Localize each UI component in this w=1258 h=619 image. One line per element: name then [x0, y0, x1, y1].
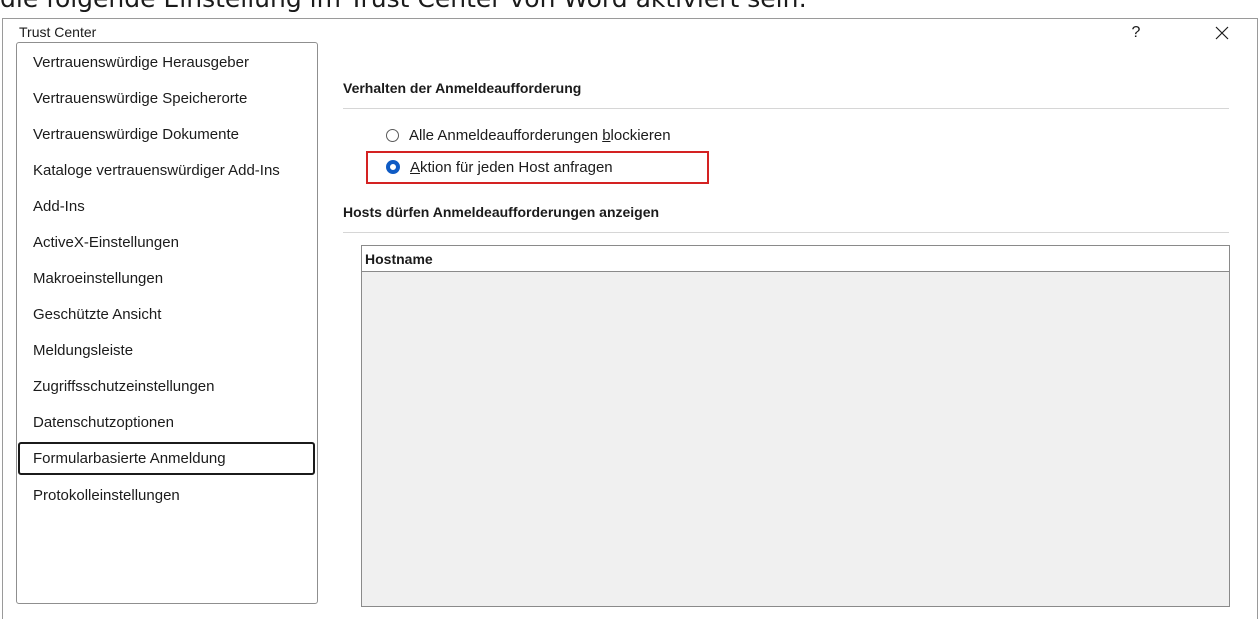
- sidebar-item-logging[interactable]: Protokolleinstellungen: [19, 479, 313, 512]
- sidebar-item-protected-view[interactable]: Geschützte Ansicht: [19, 298, 313, 331]
- help-button[interactable]: ?: [1113, 19, 1159, 47]
- sidebar-item-addins[interactable]: Add-Ins: [19, 190, 313, 223]
- sidebar-item-trusted-addin-catalogs[interactable]: Kataloge vertrauenswürdiger Add-Ins: [19, 154, 313, 187]
- sidebar-item-file-block[interactable]: Zugriffsschutzeinstellungen: [19, 370, 313, 403]
- sidebar-item-message-bar[interactable]: Meldungsleiste: [19, 334, 313, 367]
- radio-label-block-all: Alle Anmeldeaufforderungen blockieren: [409, 126, 671, 144]
- hosts-list[interactable]: Hostname: [361, 245, 1230, 607]
- category-list[interactable]: Vertrauenswürdige Herausgeber Vertrauens…: [16, 42, 318, 604]
- sidebar-item-privacy[interactable]: Datenschutzoptionen: [19, 406, 313, 439]
- close-button[interactable]: [1199, 19, 1245, 47]
- radio-label-ask-per-host: Aktion für jeden Host anfragen: [410, 158, 613, 176]
- hosts-heading: Hosts dürfen Anmeldeaufforderungen anzei…: [343, 204, 660, 220]
- sidebar-item-form-based-signin[interactable]: Formularbasierte Anmeldung: [18, 442, 315, 475]
- section-divider: [343, 108, 1229, 109]
- radio-ask-per-host[interactable]: Aktion für jeden Host anfragen: [386, 156, 613, 178]
- window-title: Trust Center: [19, 24, 97, 40]
- hostname-column-header[interactable]: Hostname: [362, 246, 1229, 272]
- sidebar-item-macros[interactable]: Makroeinstellungen: [19, 262, 313, 295]
- radio-block-all[interactable]: Alle Anmeldeaufforderungen blockieren: [386, 124, 671, 146]
- page-caption: die folgende Einstellung im Trust Center…: [0, 0, 807, 14]
- section-divider: [343, 232, 1229, 233]
- radio-checked[interactable]: [386, 160, 400, 174]
- sidebar-item-activex[interactable]: ActiveX-Einstellungen: [19, 226, 313, 259]
- radio-unchecked[interactable]: [386, 128, 399, 142]
- sidebar-item-trusted-publishers[interactable]: Vertrauenswürdige Herausgeber: [19, 46, 313, 79]
- sidebar-item-trusted-locations[interactable]: Vertrauenswürdige Speicherorte: [19, 82, 313, 115]
- prompt-behavior-heading: Verhalten der Anmeldeaufforderung: [343, 80, 582, 96]
- sidebar-item-trusted-documents[interactable]: Vertrauenswürdige Dokumente: [19, 118, 313, 151]
- close-icon: [1215, 26, 1229, 40]
